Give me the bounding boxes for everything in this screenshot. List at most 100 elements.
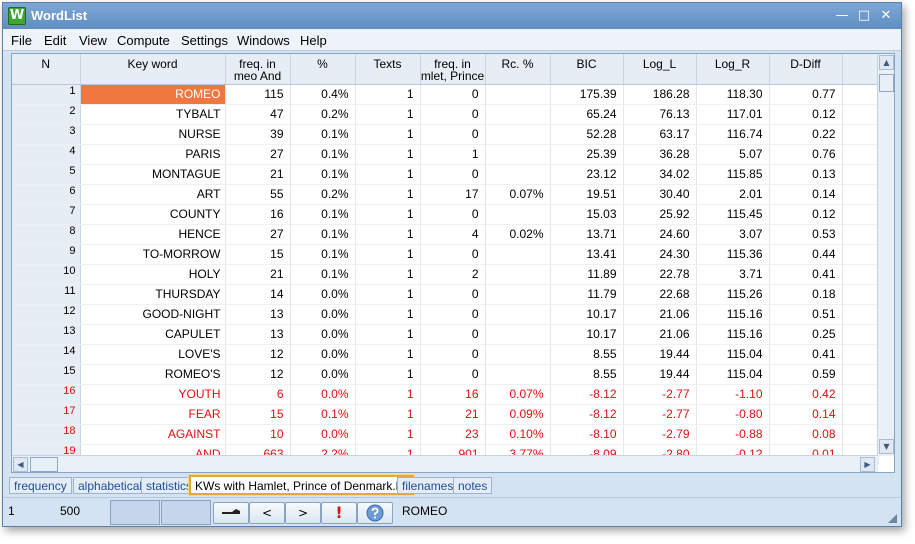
table-row[interactable]: 1 ROMEO 115 0.4% 1 0 175.39 186.28 118.30 0.77 xyxy=(12,84,879,105)
cell-freq-romeo[interactable]: 27 xyxy=(225,224,291,245)
column-header-texts[interactable]: Texts xyxy=(355,54,421,85)
cell-bic[interactable]: 13.41 xyxy=(550,244,624,265)
cell-freq-romeo[interactable]: 14 xyxy=(225,284,291,305)
cell-row-number[interactable]: 1 xyxy=(12,84,81,105)
cell-bic[interactable]: 52.28 xyxy=(550,124,624,145)
cell-freq-hamlet[interactable]: 0 xyxy=(420,364,486,385)
cell-keyword[interactable]: TYBALT xyxy=(80,104,226,125)
cell-d-diff[interactable]: 0.14 xyxy=(769,184,843,205)
cell-bic[interactable]: 15.03 xyxy=(550,204,624,225)
cell-log-l[interactable]: 21.06 xyxy=(623,324,697,345)
cell-log-l[interactable]: -2.79 xyxy=(623,424,697,445)
cell-rc-percent[interactable] xyxy=(485,84,551,105)
cell-log-r[interactable]: 115.26 xyxy=(696,284,770,305)
cell-log-r[interactable]: 115.04 xyxy=(696,344,770,365)
cell-freq-romeo[interactable]: 55 xyxy=(225,184,291,205)
cell-freq-romeo[interactable]: 12 xyxy=(225,364,291,385)
app-icon[interactable]: W xyxy=(8,7,26,25)
cell-keyword[interactable]: CAPULET xyxy=(80,324,226,345)
cell-row-number[interactable]: 12 xyxy=(12,304,81,325)
cell-keyword[interactable]: HENCE xyxy=(80,224,226,245)
cell-texts[interactable]: 1 xyxy=(355,344,421,365)
cell-log-l[interactable]: 34.02 xyxy=(623,164,697,185)
cell-rc-percent[interactable] xyxy=(485,204,551,225)
cell-row-number[interactable]: 8 xyxy=(12,224,81,245)
cell-rc-percent[interactable] xyxy=(485,164,551,185)
cell-freq-hamlet[interactable]: 17 xyxy=(420,184,486,205)
cell-percent[interactable]: 0.1% xyxy=(290,144,356,165)
table-row[interactable]: 18 AGAINST 10 0.0% 1 23 0.10% -8.10 -2.79 -0.88 0.… xyxy=(12,424,879,445)
cell-texts[interactable]: 1 xyxy=(355,384,421,405)
cell-percent[interactable]: 0.1% xyxy=(290,224,356,245)
cell-log-l[interactable]: 22.78 xyxy=(623,264,697,285)
cell-percent[interactable]: 0.0% xyxy=(290,324,356,345)
cell-rc-percent[interactable] xyxy=(485,144,551,165)
cell-texts[interactable]: 1 xyxy=(355,204,421,225)
cell-d-diff[interactable]: 0.18 xyxy=(769,284,843,305)
cell-freq-romeo[interactable]: 16 xyxy=(225,204,291,225)
tab-notes[interactable]: notes xyxy=(453,477,493,494)
cell-freq-hamlet[interactable]: 0 xyxy=(420,164,486,185)
cell-d-diff[interactable]: 0.53 xyxy=(769,224,843,245)
cell-freq-romeo[interactable]: 15 xyxy=(225,404,291,425)
cell-freq-hamlet[interactable]: 0 xyxy=(420,324,486,345)
cell-freq-romeo[interactable]: 39 xyxy=(225,124,291,145)
cell-freq-romeo[interactable]: 21 xyxy=(225,164,291,185)
cell-texts[interactable]: 1 xyxy=(355,144,421,165)
cell-keyword[interactable]: GOOD-NIGHT xyxy=(80,304,226,325)
cell-bic[interactable]: 65.24 xyxy=(550,104,624,125)
column-header-d-diff[interactable]: D-Diff xyxy=(769,54,843,85)
cell-keyword[interactable]: COUNTY xyxy=(80,204,226,225)
cell-percent[interactable]: 0.1% xyxy=(290,204,356,225)
cell-row-number[interactable]: 4 xyxy=(12,144,81,165)
menu-compute[interactable]: Compute xyxy=(117,33,170,48)
cell-log-l[interactable]: 36.28 xyxy=(623,144,697,165)
cell-d-diff[interactable]: 0.08 xyxy=(769,424,843,445)
vertical-scrollbar[interactable]: ▲ ▼ xyxy=(877,54,894,456)
cell-rc-percent[interactable]: 0.07% xyxy=(485,384,551,405)
cell-rc-percent[interactable]: 0.07% xyxy=(485,184,551,205)
cell-texts[interactable]: 1 xyxy=(355,364,421,385)
cell-bic[interactable]: 11.89 xyxy=(550,264,624,285)
cell-rc-percent[interactable]: 0.09% xyxy=(485,404,551,425)
cell-percent[interactable]: 0.1% xyxy=(290,164,356,185)
cell-keyword[interactable]: HOLY xyxy=(80,264,226,285)
cell-log-l[interactable]: 21.06 xyxy=(623,304,697,325)
cell-row-number[interactable]: 6 xyxy=(12,184,81,205)
cell-percent[interactable]: 0.4% xyxy=(290,84,356,105)
cell-row-number[interactable]: 18 xyxy=(12,424,81,445)
cell-freq-romeo[interactable]: 10 xyxy=(225,424,291,445)
cell-keyword[interactable]: ART xyxy=(80,184,226,205)
cell-log-l[interactable]: -2.77 xyxy=(623,404,697,425)
cell-freq-romeo[interactable]: 47 xyxy=(225,104,291,125)
cell-log-l[interactable]: 24.30 xyxy=(623,244,697,265)
cell-rc-percent[interactable] xyxy=(485,244,551,265)
cell-row-number[interactable]: 15 xyxy=(12,364,81,385)
cell-percent[interactable]: 0.0% xyxy=(290,304,356,325)
cell-row-number[interactable]: 11 xyxy=(12,284,81,305)
cell-log-r[interactable]: 116.74 xyxy=(696,124,770,145)
maximize-button[interactable]: □ xyxy=(855,8,873,24)
cell-row-number[interactable]: 10 xyxy=(12,264,81,285)
cell-bic[interactable]: 19.51 xyxy=(550,184,624,205)
cell-keyword[interactable]: YOUTH xyxy=(80,384,226,405)
cell-bic[interactable]: -8.10 xyxy=(550,424,624,445)
cell-keyword[interactable]: ROMEO xyxy=(80,84,226,105)
minimize-button[interactable]: — xyxy=(833,8,851,24)
cell-log-l[interactable]: 22.68 xyxy=(623,284,697,305)
cell-d-diff[interactable]: 0.12 xyxy=(769,204,843,225)
table-row[interactable]: 10 HOLY 21 0.1% 1 2 11.89 22.78 3.71 0.41 xyxy=(12,264,879,285)
table-row[interactable]: 15 ROMEO'S 12 0.0% 1 0 8.55 19.44 115.04 0.59 xyxy=(12,364,879,385)
cell-bic[interactable]: 23.12 xyxy=(550,164,624,185)
cell-freq-hamlet[interactable]: 1 xyxy=(420,144,486,165)
cell-texts[interactable]: 1 xyxy=(355,404,421,425)
cell-log-r[interactable]: 115.85 xyxy=(696,164,770,185)
previous-button[interactable]: < xyxy=(249,502,285,524)
cell-rc-percent[interactable] xyxy=(485,124,551,145)
tab-frequency[interactable]: frequency xyxy=(9,477,72,494)
column-header-rc-percent[interactable]: Rc. % xyxy=(485,54,551,85)
table-row[interactable]: 7 COUNTY 16 0.1% 1 0 15.03 25.92 115.45 0.12 xyxy=(12,204,879,225)
column-header-bic[interactable]: BIC xyxy=(550,54,624,85)
table-row[interactable]: 3 NURSE 39 0.1% 1 0 52.28 63.17 116.74 0.22 xyxy=(12,124,879,145)
table-row[interactable]: 5 MONTAGUE 21 0.1% 1 0 23.12 34.02 115.85 0.13 xyxy=(12,164,879,185)
